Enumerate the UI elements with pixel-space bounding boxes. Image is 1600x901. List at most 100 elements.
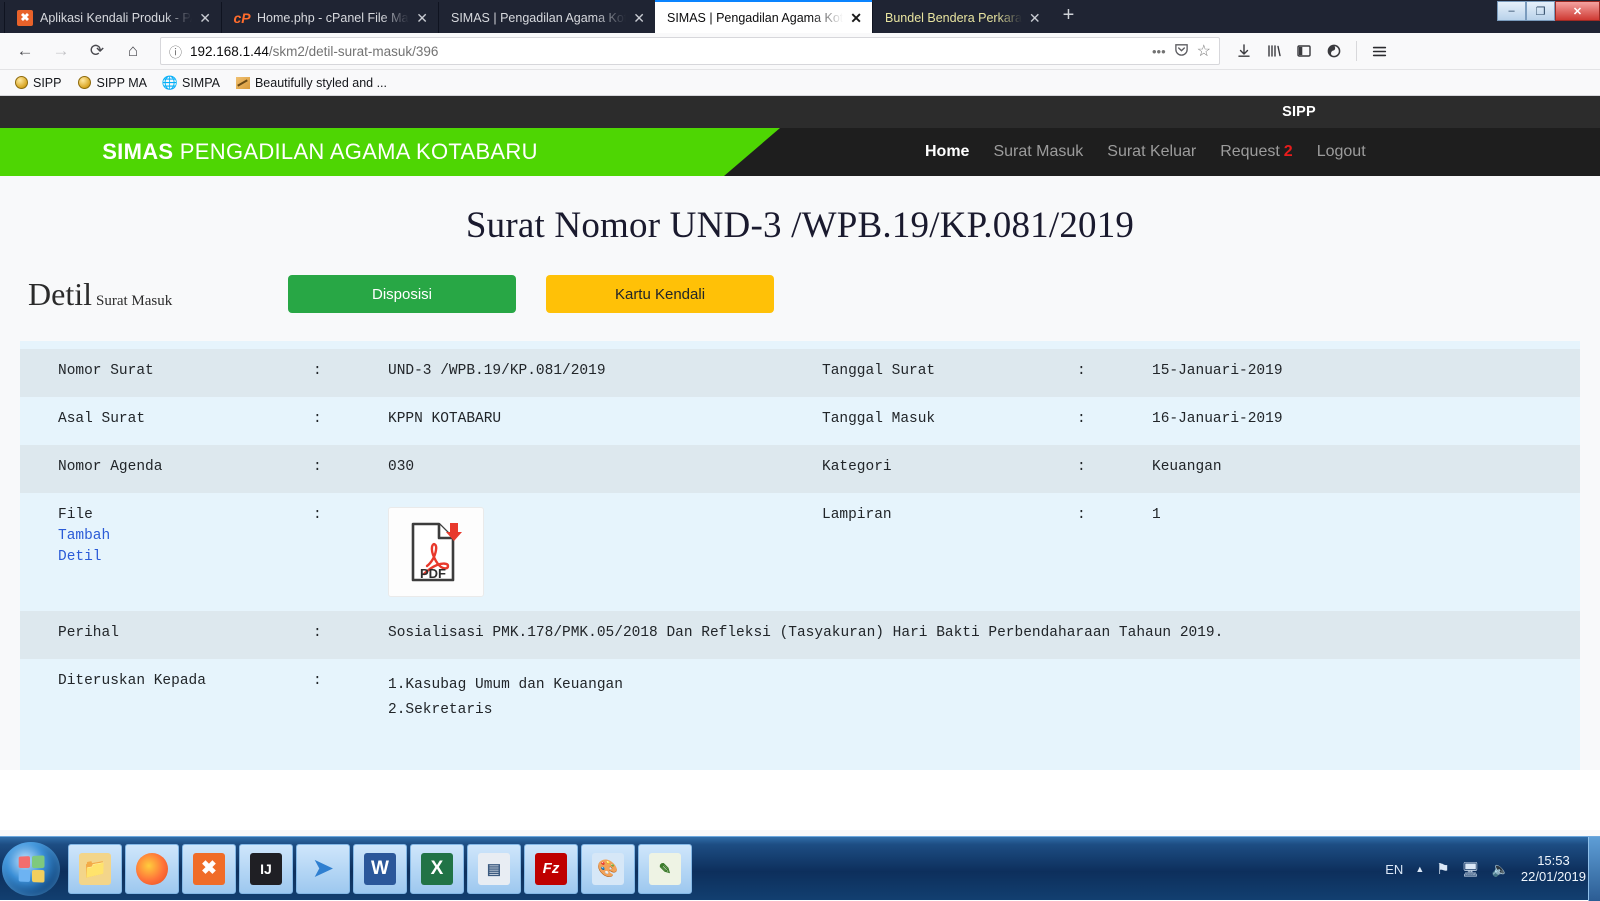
close-icon[interactable]: ✕ — [633, 11, 645, 25]
site-topbar: SIPP — [0, 96, 1600, 128]
bookmark-sipp-ma[interactable]: SIPP MA — [72, 74, 153, 92]
start-button[interactable] — [2, 841, 60, 896]
tambah-link[interactable]: Tambah — [58, 528, 313, 544]
show-desktop-button[interactable] — [1588, 837, 1600, 901]
volume-muted-icon[interactable]: 🔈 — [1491, 861, 1508, 878]
field-colon: : — [313, 673, 322, 689]
home-button[interactable]: ⌂ — [116, 36, 150, 66]
browser-tab-2[interactable]: cP Home.php - cPanel File Manag ✕ — [221, 2, 438, 33]
library-icon[interactable] — [1266, 43, 1282, 59]
close-icon[interactable]: ✕ — [850, 11, 862, 25]
taskbar-item-firefox[interactable] — [125, 843, 179, 894]
globe-icon: 🌐 — [161, 74, 179, 90]
disposisi-button[interactable]: Disposisi — [288, 275, 516, 313]
filezilla-icon: Fz — [535, 852, 567, 885]
clock-time: 15:53 — [1537, 852, 1570, 868]
field-nomor-surat: Nomor Surat : UND-3 /WPB.19/KP.081/2019 — [20, 349, 800, 397]
pdf-label: PDF — [420, 566, 446, 581]
clock[interactable]: 15:53 22/01/2019 — [1521, 853, 1586, 886]
field-colon: : — [313, 411, 322, 427]
bookmark-beautifully-styled[interactable]: Beautifully styled and ... — [230, 74, 393, 92]
field-value: UND-3 /WPB.19/KP.081/2019 — [388, 363, 606, 379]
swatch-icon — [235, 76, 250, 90]
taskbar-item-system-utility[interactable]: ▤ — [467, 843, 521, 894]
browser-tab-4-active[interactable]: SIMAS | Pengadilan Agama Kotaba ✕ — [655, 0, 872, 33]
pdf-file-card[interactable]: PDF — [388, 507, 484, 597]
sidebar-icon[interactable] — [1296, 43, 1312, 59]
kartu-kendali-button[interactable]: Kartu Kendali — [546, 275, 774, 313]
table-row: Nomor Surat : UND-3 /WPB.19/KP.081/2019 … — [20, 349, 1580, 397]
tab-strip: ✖ Aplikasi Kendali Produk - PA.Kt ✕ cP H… — [4, 0, 1086, 33]
taskbar-item-xampp[interactable]: ✖ — [182, 843, 236, 894]
field-value: 1 — [1152, 507, 1161, 523]
bookmarks-toolbar: SIPP SIPP MA 🌐 SIMPA Beautifully styled … — [0, 70, 1600, 96]
new-tab-button[interactable]: + — [1051, 4, 1087, 29]
show-hidden-icons-button[interactable]: ▲ — [1415, 864, 1424, 874]
field-colon: : — [313, 507, 322, 523]
network-icon[interactable]: 🖥 — [1462, 861, 1480, 878]
table-row: Nomor Agenda : 030 Kategori : Keuangan — [20, 445, 1580, 493]
taskbar-item-windows-explorer[interactable]: 📁 — [68, 843, 122, 894]
firefox-browser-window: ✖ Aplikasi Kendali Produk - PA.Kt ✕ cP H… — [0, 0, 1600, 836]
taskbar-item-microsoft-excel[interactable]: X — [410, 843, 464, 894]
minimize-button[interactable]: – — [1497, 1, 1526, 21]
close-icon[interactable]: ✕ — [199, 11, 211, 25]
field-label: Kategori — [822, 459, 892, 475]
nav-item-surat-masuk[interactable]: Surat Masuk — [993, 143, 1083, 161]
maximize-button[interactable]: ❐ — [1526, 1, 1555, 21]
section-heading: Detil Surat Masuk — [28, 276, 288, 313]
close-icon[interactable]: ✕ — [1029, 11, 1041, 25]
site-info-icon[interactable]: ⓘ — [169, 42, 182, 61]
table-row: Diteruskan Kepada : 1.Kasubag Umum dan K… — [20, 659, 1580, 736]
back-button[interactable]: ← — [8, 36, 42, 66]
address-bar[interactable]: ⓘ 192.168.1.44/skm2/detil-surat-masuk/39… — [160, 37, 1220, 65]
taskbar-item-notepad-app[interactable]: ✎ — [638, 843, 692, 894]
system-tray: EN ▲ ⚑ 🖥 🔈 15:53 22/01/2019 — [1385, 837, 1600, 901]
downloads-icon[interactable] — [1236, 43, 1252, 59]
bookmark-label: SIPP MA — [96, 75, 147, 90]
field-colon: : — [313, 625, 322, 641]
tab-title: SIMAS | Pengadilan Agama Kotaba — [667, 10, 844, 25]
bookmark-sipp[interactable]: SIPP — [8, 74, 68, 92]
taskbar-item-intellij-idea[interactable]: IJ — [239, 843, 293, 894]
page-title: Surat Nomor UND-3 /WPB.19/KP.081/2019 — [465, 205, 1135, 246]
request-badge: 2 — [1283, 143, 1293, 160]
taskbar-item-filezilla[interactable]: Fz — [524, 843, 578, 894]
language-indicator[interactable]: EN — [1385, 862, 1403, 877]
page-actions-icon[interactable]: ••• — [1152, 44, 1166, 59]
field-nomor-agenda: Nomor Agenda : 030 — [20, 445, 800, 493]
site-header: SIMAS PENGADILAN AGAMA KOTABARU Home Sur… — [0, 128, 1600, 176]
detil-link[interactable]: Detil — [58, 549, 313, 565]
tab-title: Aplikasi Kendali Produk - PA.Kt — [40, 10, 192, 25]
window-controls: – ❐ ✕ — [1497, 0, 1600, 22]
coin-icon — [14, 76, 28, 90]
browser-navigation-toolbar: ← → ⟳ ⌂ ⓘ 192.168.1.44/skm2/detil-surat-… — [0, 33, 1600, 70]
nav-item-surat-keluar[interactable]: Surat Keluar — [1107, 143, 1196, 161]
action-center-flag-icon[interactable]: ⚑ — [1436, 860, 1449, 878]
field-colon: : — [1077, 507, 1086, 523]
field-kategori: Kategori : Keuangan — [800, 445, 1580, 493]
close-icon[interactable]: ✕ — [416, 11, 428, 25]
nav-item-request[interactable]: Request 2 — [1220, 143, 1293, 161]
pocket-glyph — [1174, 44, 1188, 56]
menu-icon[interactable] — [1371, 43, 1388, 60]
taskbar-item-microsoft-word[interactable]: W — [353, 843, 407, 894]
taskbar-item-paint[interactable]: 🎨 — [581, 843, 635, 894]
browser-tab-3[interactable]: SIMAS | Pengadilan Agama Kotaba ✕ — [438, 2, 655, 33]
container-tabs-icon[interactable] — [1326, 43, 1342, 59]
browser-tab-1[interactable]: ✖ Aplikasi Kendali Produk - PA.Kt ✕ — [4, 2, 221, 33]
bookmark-label: Beautifully styled and ... — [254, 75, 387, 90]
pocket-icon[interactable] — [1174, 42, 1189, 60]
taskbar-item-sqlyog[interactable]: ➤ — [296, 843, 350, 894]
pdf-icon: PDF — [411, 522, 462, 582]
browser-tab-5[interactable]: Bundel Bendera Perkara ✕ — [872, 2, 1051, 33]
forward-button[interactable]: → — [44, 36, 78, 66]
word-icon: W — [364, 852, 396, 885]
nav-item-home[interactable]: Home — [925, 143, 969, 161]
web-page-viewport: SIPP SIMAS PENGADILAN AGAMA KOTABARU Hom… — [0, 96, 1600, 830]
nav-item-logout[interactable]: Logout — [1317, 143, 1366, 161]
bookmark-star-icon[interactable]: ☆ — [1197, 41, 1211, 61]
reload-button[interactable]: ⟳ — [80, 36, 114, 66]
close-window-button[interactable]: ✕ — [1555, 1, 1600, 21]
bookmark-simpa[interactable]: 🌐 SIMPA — [157, 74, 226, 92]
